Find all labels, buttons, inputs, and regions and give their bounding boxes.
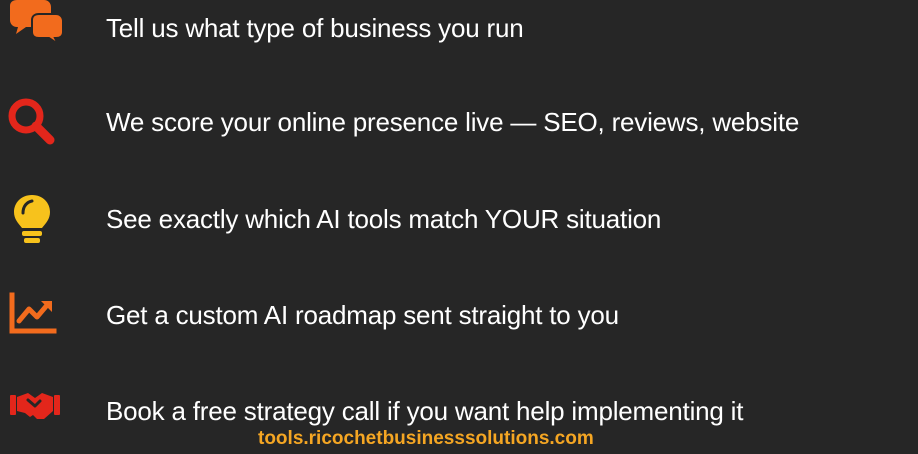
chat-bubbles-icon (4, 0, 66, 56)
step-tell-business: Tell us what type of business you run (0, 0, 918, 56)
website-link[interactable]: tools.ricochetbusinesssolutions.com (258, 428, 594, 450)
magnifier-icon (4, 94, 66, 150)
step-score-presence: We score your online presence live — SEO… (0, 94, 918, 150)
lightbulb-icon (4, 191, 66, 247)
handshake-icon (4, 383, 66, 439)
step-label: Get a custom AI roadmap sent straight to… (106, 300, 619, 330)
step-label: See exactly which AI tools match YOUR si… (106, 204, 662, 234)
step-see-ai-tools: See exactly which AI tools match YOUR si… (0, 191, 918, 247)
step-label: Tell us what type of business you run (106, 13, 524, 43)
step-label: Book a free strategy call if you want he… (106, 396, 744, 426)
step-label: We score your online presence live — SEO… (106, 107, 800, 137)
step-custom-roadmap: Get a custom AI roadmap sent straight to… (0, 287, 918, 343)
trend-chart-icon (4, 287, 66, 343)
